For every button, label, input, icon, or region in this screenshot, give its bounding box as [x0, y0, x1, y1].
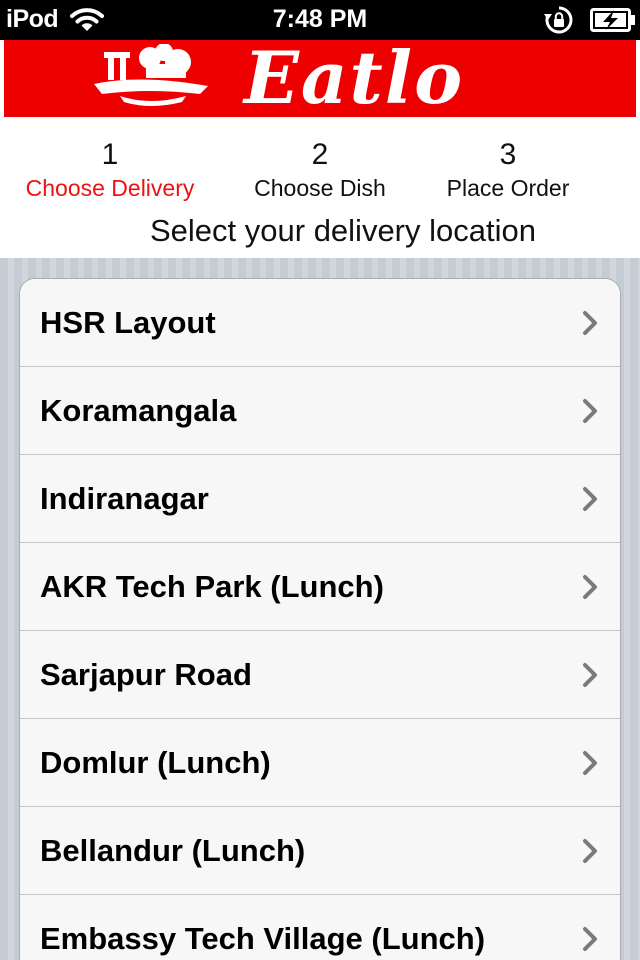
- location-name: Embassy Tech Village (Lunch): [40, 921, 486, 956]
- step-number: 3: [499, 138, 517, 171]
- step-label: Place Order: [446, 175, 570, 201]
- location-row-hsr-layout[interactable]: HSR Layout: [20, 279, 620, 367]
- location-row-domlur[interactable]: Domlur (Lunch): [20, 719, 620, 807]
- location-list-area[interactable]: HSR Layout Koramangala Indiranagar AKR T…: [0, 258, 640, 960]
- location-name: Domlur (Lunch): [40, 745, 271, 780]
- location-row-bellandur[interactable]: Bellandur (Lunch): [20, 807, 620, 895]
- location-name: HSR Layout: [40, 305, 216, 340]
- location-name: AKR Tech Park (Lunch): [40, 569, 384, 604]
- location-name: Sarjapur Road: [40, 657, 252, 692]
- location-list: HSR Layout Koramangala Indiranagar AKR T…: [19, 278, 621, 960]
- location-name: Indiranagar: [40, 481, 209, 516]
- chevron-right-icon: [583, 839, 597, 863]
- chevron-right-icon: [583, 663, 597, 687]
- battery-icon: [590, 8, 635, 32]
- location-row-indiranagar[interactable]: Indiranagar: [20, 455, 620, 543]
- location-name: Bellandur (Lunch): [40, 833, 306, 868]
- step-choose-dish: 2 Choose Dish: [220, 137, 420, 203]
- chevron-right-icon: [583, 575, 597, 599]
- chef-hat-logo-icon: [94, 44, 208, 106]
- page-subtitle: Select your delivery location: [150, 213, 536, 248]
- step-choose-delivery: 1 Choose Delivery: [10, 137, 210, 203]
- chevron-right-icon: [583, 399, 597, 423]
- brand-logo-text: Eatlo: [244, 40, 465, 117]
- step-label: Choose Delivery: [25, 175, 195, 201]
- location-row-akr-tech-park[interactable]: AKR Tech Park (Lunch): [20, 543, 620, 631]
- location-row-embassy-tech-village[interactable]: Embassy Tech Village (Lunch): [20, 895, 620, 960]
- chevron-right-icon: [583, 487, 597, 511]
- step-number: 2: [311, 138, 329, 171]
- location-row-sarjapur-road[interactable]: Sarjapur Road: [20, 631, 620, 719]
- brand-banner: Eatlo: [4, 40, 636, 117]
- step-number: 1: [101, 138, 119, 171]
- chevron-right-icon: [583, 311, 597, 335]
- chevron-right-icon: [583, 751, 597, 775]
- step-place-order: 3 Place Order: [408, 137, 608, 203]
- status-bar: iPod 7:48 PM: [0, 0, 640, 40]
- location-row-koramangala[interactable]: Koramangala: [20, 367, 620, 455]
- location-name: Koramangala: [40, 393, 237, 428]
- order-steps: 1 Choose Delivery 2 Choose Dish 3 Place …: [0, 117, 640, 258]
- chevron-right-icon: [583, 927, 597, 951]
- step-label: Choose Dish: [254, 175, 386, 201]
- lock-rotation-icon: [544, 6, 573, 34]
